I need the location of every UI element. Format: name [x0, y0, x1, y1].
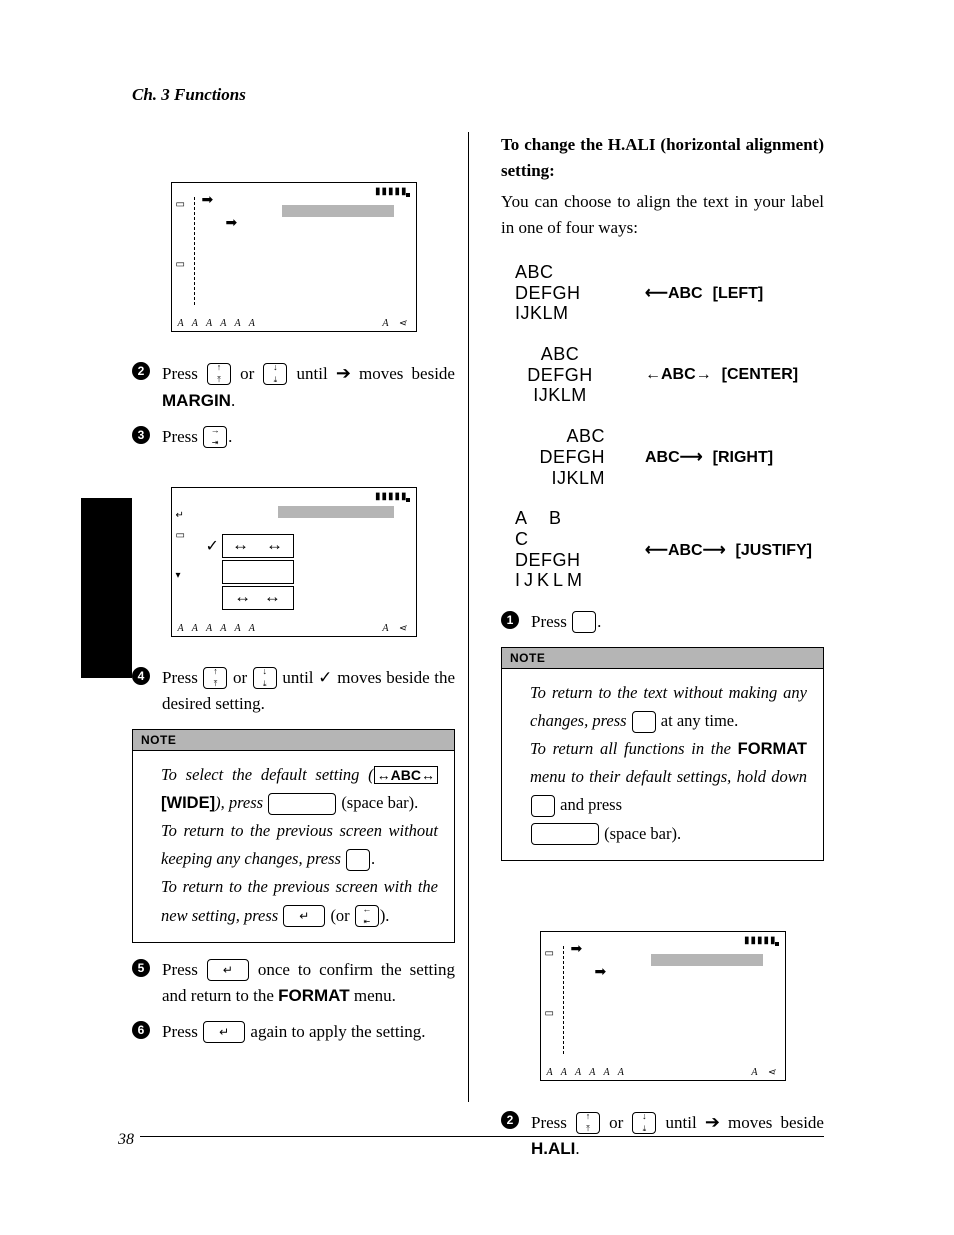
section-heading: To change the H.ALI (horizontal alignmen…	[501, 132, 824, 183]
intro-text: You can choose to align the text in your…	[501, 189, 824, 240]
step-3: 3 Press →⇥.	[132, 424, 455, 450]
column-divider	[468, 132, 469, 1102]
note-header: NOTE	[502, 648, 823, 669]
align-example-center: ABC DEFGH IJKLM ←ABC→[CENTER]	[515, 344, 824, 406]
key-left: ←⇤	[355, 905, 379, 927]
key-enter: ↵	[283, 905, 325, 927]
bullet-5: 5	[132, 959, 150, 977]
page-number: 38	[118, 1131, 134, 1149]
step-6: 6 Press ↵ again to apply the setting.	[132, 1019, 455, 1045]
key-right: →⇥	[203, 426, 227, 448]
bullet-3: 3	[132, 426, 150, 444]
key-enter: ↵	[203, 1021, 245, 1043]
align-example-right: ABC DEFGH IJKLM ABC⟶[RIGHT]	[515, 426, 824, 488]
content-columns: ▮▮▮▮▮ ▭▭ ➡ ➡ A A A A A AA⋖ 2 Press ↑⤒ or…	[132, 132, 824, 1169]
note-body: To return to the text without making any…	[502, 669, 823, 859]
align-example-justify: A B C DEFGH IJKLM ⟵ABC⟶[JUSTIFY]	[515, 508, 824, 591]
step-4: 4 Press ↑⤒ or ↓⤓ until ✓ moves beside th…	[132, 665, 455, 718]
thumb-tab	[81, 498, 132, 678]
note-header: NOTE	[133, 730, 454, 751]
note-box-right: NOTE To return to the text without makin…	[501, 647, 824, 860]
key-cancel	[632, 711, 656, 733]
align-example-left: ABC DEFGH IJKLM ⟵ABC[LEFT]	[515, 262, 824, 324]
note-body: To select the default setting (↔ABC↔ [WI…	[133, 751, 454, 941]
lcd-screen-3: ▮▮▮▮▮ ▭▭ ➡ ➡ A A A A A AA⋖	[540, 931, 786, 1081]
key-format	[572, 611, 596, 633]
key-up: ↑⤒	[203, 667, 227, 689]
left-column: ▮▮▮▮▮ ▭▭ ➡ ➡ A A A A A AA⋖ 2 Press ↑⤒ or…	[132, 132, 455, 1169]
step-1-right: 1 Press .	[501, 609, 824, 635]
lcd-screen-2: ▮▮▮▮▮ ↵▭▾ ✓ ↔ ↔ ↔ ↔ A A A A A AA⋖	[171, 487, 417, 637]
key-down: ↓⤓	[263, 363, 287, 385]
bullet-2: 2	[132, 362, 150, 380]
key-down: ↓⤓	[253, 667, 277, 689]
step-5: 5 Press ↵ once to confirm the setting an…	[132, 957, 455, 1010]
key-code	[531, 795, 555, 817]
key-space	[268, 793, 336, 815]
right-column: To change the H.ALI (horizontal alignmen…	[501, 132, 824, 1169]
key-up: ↑⤒	[576, 1112, 600, 1134]
chapter-header: Ch. 3 Functions	[132, 85, 246, 105]
key-up: ↑⤒	[207, 363, 231, 385]
lcd-screen-1: ▮▮▮▮▮ ▭▭ ➡ ➡ A A A A A AA⋖	[171, 182, 417, 332]
footer-rule	[140, 1136, 824, 1137]
key-down: ↓⤓	[632, 1112, 656, 1134]
step-2: 2 Press ↑⤒ or ↓⤓ until ➔ moves beside MA…	[132, 360, 455, 414]
bullet-4: 4	[132, 667, 150, 685]
bullet-1: 1	[501, 611, 519, 629]
bullet-6: 6	[132, 1021, 150, 1039]
key-enter: ↵	[207, 959, 249, 981]
key-space	[531, 823, 599, 845]
key-cancel	[346, 849, 370, 871]
note-box-left: NOTE To select the default setting (↔ABC…	[132, 729, 455, 942]
bullet-2: 2	[501, 1111, 519, 1129]
